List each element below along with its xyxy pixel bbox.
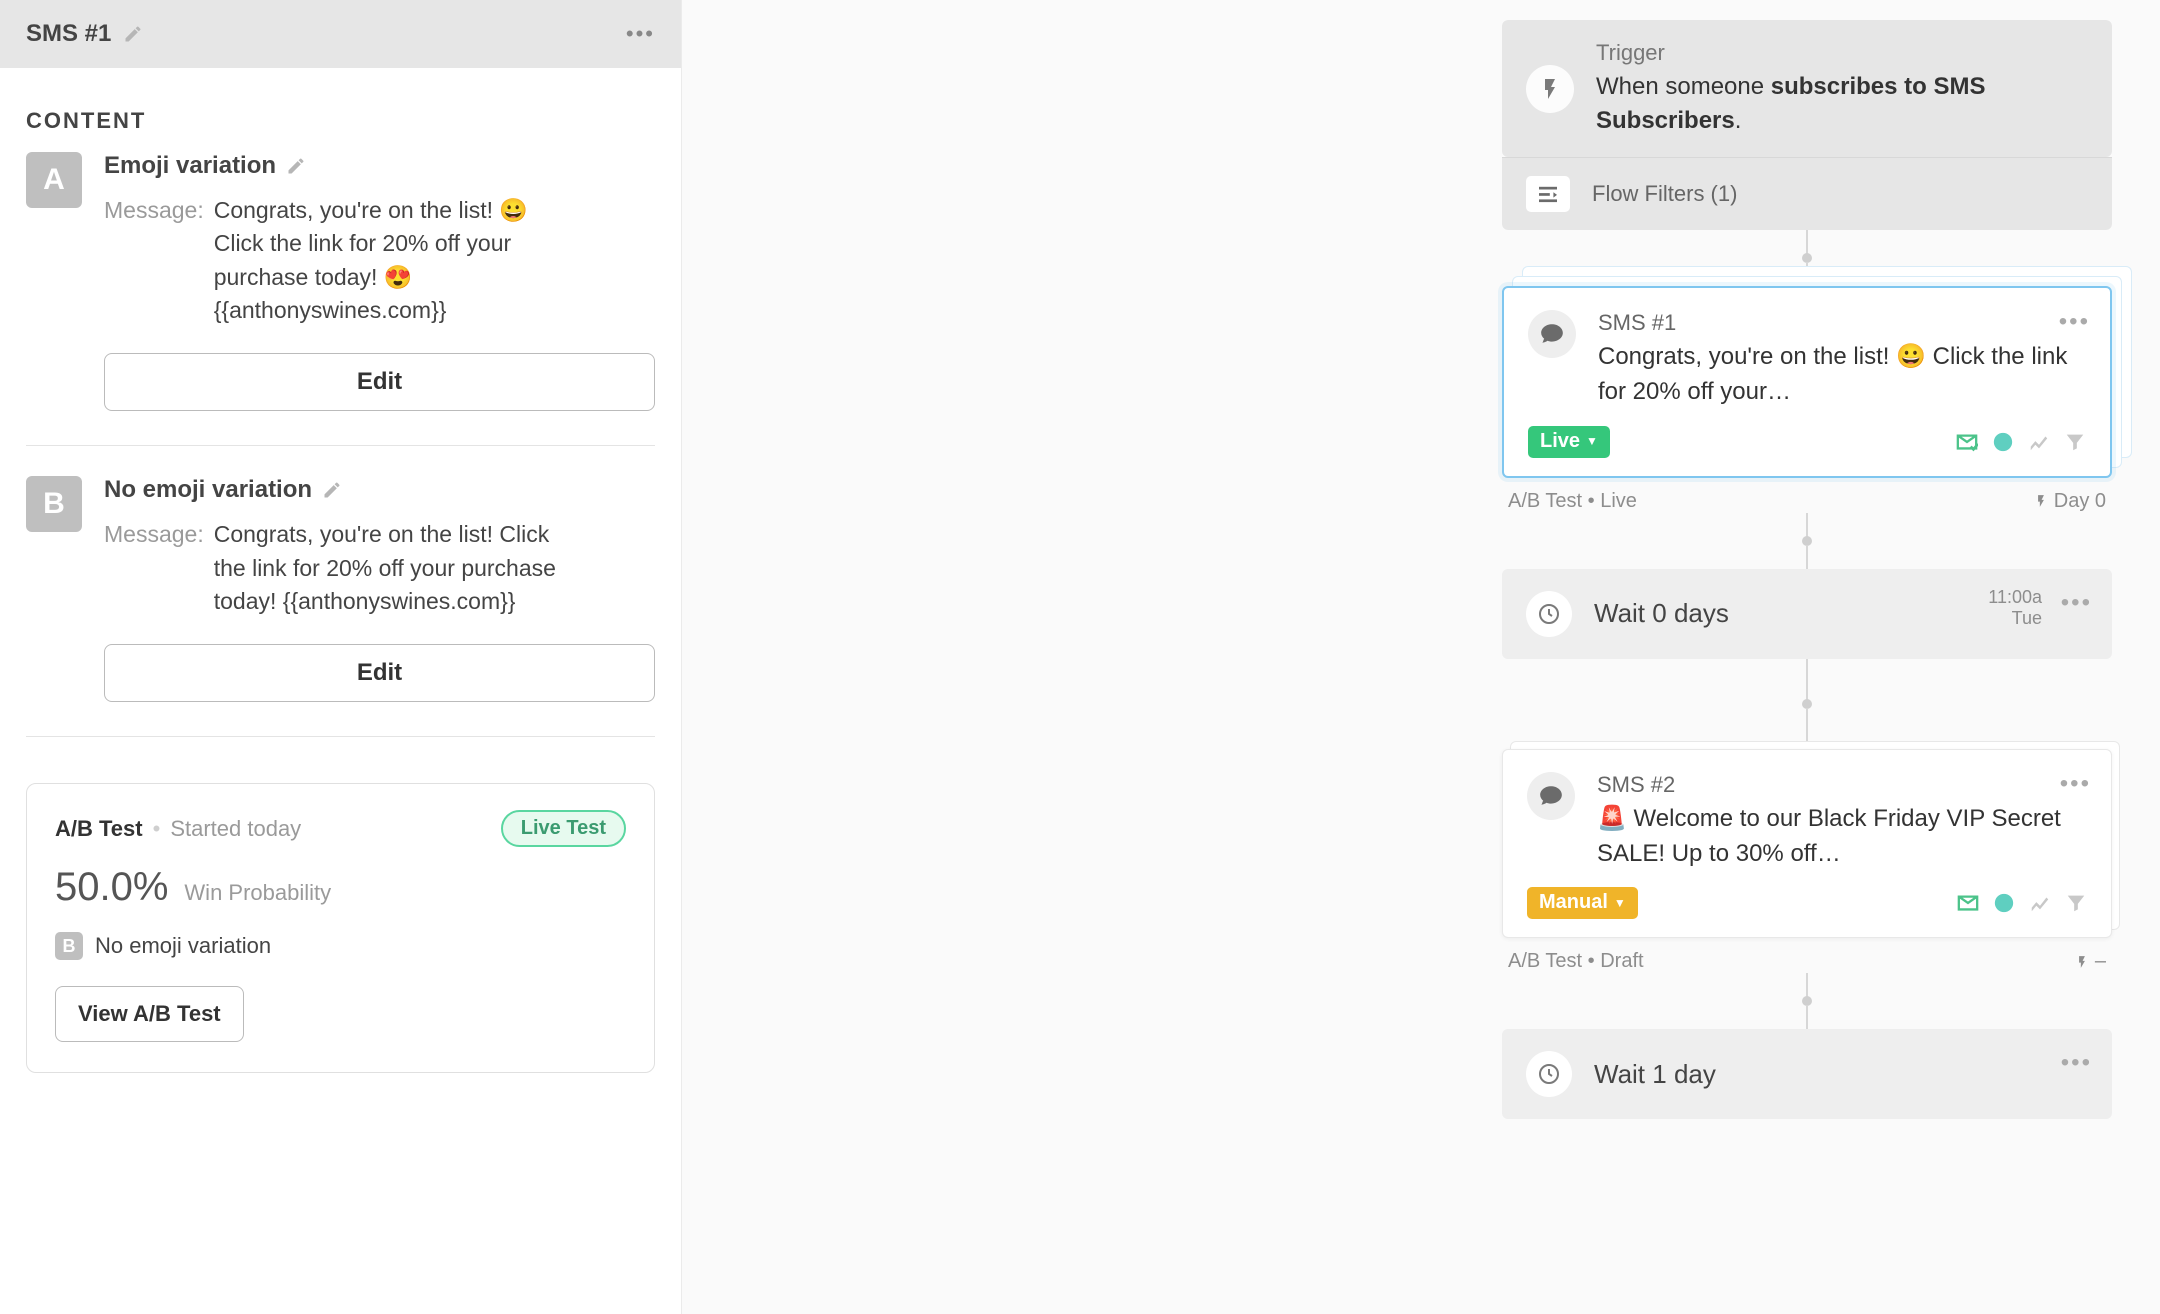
trend-icon <box>2028 431 2050 453</box>
winning-badge: B <box>55 932 83 960</box>
delivered-icon <box>1957 892 1979 914</box>
wait2-options-icon[interactable]: ••• <box>2061 1049 2092 1077</box>
variation-a-msg: Congrats, you're on the list! 😀 Click th… <box>214 194 574 327</box>
win-probability-label: Win Probability <box>184 880 331 906</box>
delivered-icon <box>1956 431 1978 453</box>
wait-node-2[interactable]: ••• Wait 1 day <box>1502 1029 2112 1119</box>
sidebar: SMS #1 ••• CONTENT A Emoji variation Mes… <box>0 0 682 1314</box>
caret-down-icon: ▼ <box>1586 434 1598 448</box>
trend-icon <box>2029 892 2051 914</box>
variation-b: B No emoji variation Message: Congrats, … <box>0 476 681 726</box>
clock-metric-icon <box>1993 892 2015 914</box>
edit-variation-a-icon[interactable] <box>286 156 306 176</box>
clock-icon <box>1526 591 1572 637</box>
winning-variation-name: No emoji variation <box>95 933 271 959</box>
bolt-icon <box>1526 65 1574 113</box>
funnel-icon <box>2065 892 2087 914</box>
sms2-meta: A/B Test • Draft – <box>1502 938 2112 973</box>
edit-variation-a-button[interactable]: Edit <box>104 353 655 411</box>
divider <box>26 445 655 446</box>
funnel-icon <box>2064 431 2086 453</box>
sidebar-header: SMS #1 ••• <box>0 0 681 68</box>
divider <box>26 736 655 737</box>
sms1-meta: A/B Test • Live Day 0 <box>1502 478 2112 513</box>
trigger-description: When someone subscribes to SMS Subscribe… <box>1596 70 2088 137</box>
sidebar-title: SMS #1 <box>26 20 111 48</box>
sms1-preview: Congrats, you're on the list! 😀 Click th… <box>1598 340 2086 410</box>
live-test-pill: Live Test <box>501 810 626 847</box>
sms1-metrics-icons <box>1956 431 2086 453</box>
flow-canvas[interactable]: Trigger When someone subscribes to SMS S… <box>682 0 2160 1314</box>
variation-b-msg: Congrats, you're on the list! Click the … <box>214 518 574 618</box>
ab-test-card: A/B Test • Started today Live Test 50.0%… <box>26 783 655 1073</box>
variation-b-badge: B <box>26 476 82 532</box>
filter-icon <box>1526 176 1570 212</box>
wait1-options-icon[interactable]: ••• <box>2061 589 2092 617</box>
trigger-label: Trigger <box>1596 40 2088 66</box>
variation-a-name: Emoji variation <box>104 152 276 180</box>
win-probability-value: 50.0% <box>55 865 168 910</box>
wait-node-1[interactable]: ••• Wait 0 days 11:00a Tue <box>1502 569 2112 659</box>
edit-variation-b-button[interactable]: Edit <box>104 644 655 702</box>
variation-b-name: No emoji variation <box>104 476 312 504</box>
variation-a-msg-label: Message: <box>104 194 204 327</box>
variation-b-msg-label: Message: <box>104 518 204 618</box>
dot-separator: • <box>153 816 161 842</box>
edit-variation-b-icon[interactable] <box>322 480 342 500</box>
clock-icon <box>1526 1051 1572 1097</box>
sms-icon <box>1527 772 1575 820</box>
flow-filters-row[interactable]: Flow Filters (1) <box>1502 157 2112 230</box>
clock-metric-icon <box>1992 431 2014 453</box>
ab-title: A/B Test <box>55 816 143 842</box>
sms2-status-pill[interactable]: Manual▼ <box>1527 887 1638 919</box>
view-ab-test-button[interactable]: View A/B Test <box>55 986 244 1042</box>
sms1-node[interactable]: ••• SMS #1 Congrats, you're on the list!… <box>1502 286 2112 478</box>
wait1-text: Wait 0 days <box>1594 598 1729 629</box>
variation-a-badge: A <box>26 152 82 208</box>
caret-down-icon: ▼ <box>1614 896 1626 910</box>
sms-icon <box>1528 310 1576 358</box>
sms1-options-icon[interactable]: ••• <box>2059 308 2090 336</box>
sms2-preview: 🚨 Welcome to our Black Friday VIP Secret… <box>1597 802 2087 872</box>
sms2-metrics-icons <box>1957 892 2087 914</box>
sidebar-options-icon[interactable]: ••• <box>626 21 655 47</box>
content-heading: CONTENT <box>0 68 681 152</box>
sms2-title: SMS #2 <box>1597 772 2087 798</box>
edit-title-icon[interactable] <box>123 24 143 44</box>
sms1-status-pill[interactable]: Live▼ <box>1528 426 1610 458</box>
flow-filters-label: Flow Filters (1) <box>1592 181 1737 207</box>
sms1-title: SMS #1 <box>1598 310 2086 336</box>
wait1-time: 11:00a Tue <box>1988 587 2042 630</box>
variation-a: A Emoji variation Message: Congrats, you… <box>0 152 681 435</box>
sms2-options-icon[interactable]: ••• <box>2060 770 2091 798</box>
wait2-text: Wait 1 day <box>1594 1059 1716 1090</box>
ab-started: Started today <box>170 816 301 842</box>
sms2-node[interactable]: ••• SMS #2 🚨 Welcome to our Black Friday… <box>1502 749 2112 939</box>
trigger-node[interactable]: Trigger When someone subscribes to SMS S… <box>1502 20 2112 230</box>
